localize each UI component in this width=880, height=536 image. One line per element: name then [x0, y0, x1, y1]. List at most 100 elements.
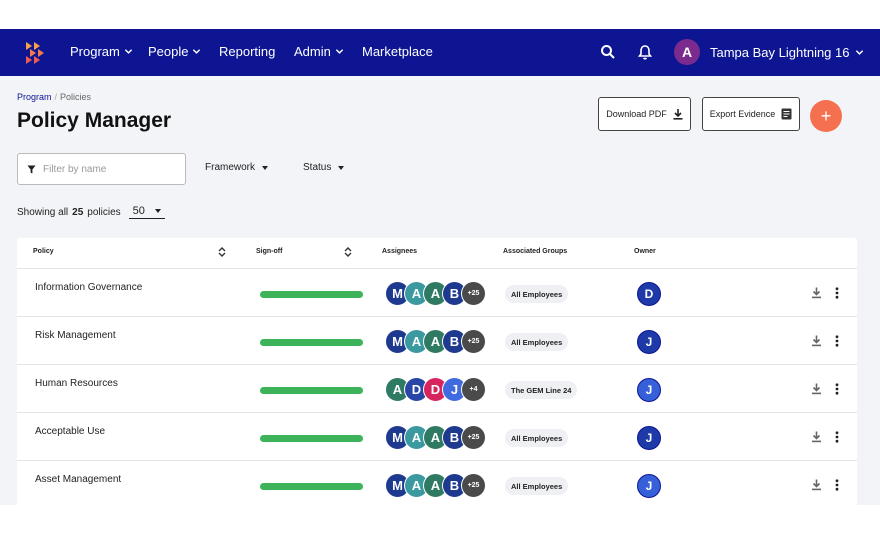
owner-avatar[interactable]: J	[637, 330, 661, 354]
caret-down-icon	[338, 165, 345, 170]
assignee-avatars[interactable]: A D D J +4	[385, 377, 486, 402]
nav-program[interactable]: Program	[70, 44, 133, 59]
header-signoff[interactable]: Sign-off	[256, 248, 282, 255]
policy-name[interactable]: Human Resources	[35, 378, 118, 389]
caret-down-icon	[154, 209, 161, 213]
breadcrumb-separator: /	[54, 92, 58, 102]
breadcrumb-program[interactable]: Program	[17, 92, 52, 102]
header-assignees: Assignees	[382, 248, 418, 255]
nav-admin-label: Admin	[294, 44, 331, 59]
table-row[interactable]: Acceptable Use M A A B +25 All Employees J	[17, 413, 857, 461]
nav-reporting-label: Reporting	[219, 44, 276, 59]
owner-avatar[interactable]: J	[637, 378, 661, 402]
header-groups: Associated Groups	[503, 248, 568, 255]
signoff-progress-bar	[260, 435, 363, 442]
filter-by-name[interactable]	[17, 153, 186, 185]
table-row[interactable]: Asset Management M A A B +25 All Employees J	[17, 461, 857, 505]
chevron-down-icon	[335, 49, 344, 54]
export-evidence-label: Export Evidence	[709, 109, 776, 119]
policy-name[interactable]: Acceptable Use	[35, 426, 105, 437]
table-row[interactable]: Human Resources A D D J +4 The GEM Line 24 J	[17, 365, 857, 413]
org-switcher[interactable]: Tampa Bay Lightning 16	[710, 45, 864, 60]
document-icon	[781, 108, 792, 120]
status-label: Status	[303, 162, 332, 173]
signoff-progress-bar	[260, 291, 363, 298]
kebab-menu-icon[interactable]	[835, 287, 839, 299]
owner-avatar[interactable]: D	[637, 282, 661, 306]
owner-avatar[interactable]: J	[637, 426, 661, 450]
assignee-more-count[interactable]: +25	[461, 329, 486, 354]
hexagon-logo-icon[interactable]	[24, 40, 48, 66]
nav-program-label: Program	[70, 44, 120, 59]
assignee-more-count[interactable]: +25	[461, 425, 486, 450]
group-badge: All Employees	[505, 285, 569, 303]
group-badge: The GEM Line 24	[505, 381, 578, 399]
nav-admin[interactable]: Admin	[294, 44, 344, 59]
framework-dropdown[interactable]: Framework	[205, 162, 269, 173]
policy-name[interactable]: Asset Management	[35, 474, 121, 485]
search-icon[interactable]	[599, 43, 617, 61]
group-badge: All Employees	[505, 429, 569, 447]
download-icon[interactable]	[811, 431, 822, 443]
user-avatar[interactable]: A	[674, 39, 700, 65]
download-icon	[673, 108, 683, 120]
chevron-down-icon	[193, 49, 201, 54]
filter-icon	[27, 164, 36, 174]
policy-name[interactable]: Information Governance	[35, 282, 142, 293]
kebab-menu-icon[interactable]	[835, 479, 839, 491]
kebab-menu-icon[interactable]	[835, 383, 839, 395]
policies-table: Policy Sign-off Assignees Associated Gro…	[17, 238, 857, 505]
kebab-menu-icon[interactable]	[835, 431, 839, 443]
results-summary: Showing all 25 policies 50	[17, 205, 165, 219]
sort-icon[interactable]	[344, 247, 352, 257]
signoff-progress-bar	[260, 339, 363, 346]
group-badge: All Employees	[505, 333, 569, 351]
assignee-more-count[interactable]: +4	[461, 377, 486, 402]
header-policy[interactable]: Policy	[33, 248, 54, 255]
assignee-more-count[interactable]: +25	[461, 281, 486, 306]
assignee-avatars[interactable]: M A A B +25	[385, 281, 486, 306]
download-pdf-button[interactable]: Download PDF	[598, 97, 691, 131]
nav-marketplace-label: Marketplace	[362, 44, 433, 59]
nav-people-label: People	[148, 44, 189, 59]
kebab-menu-icon[interactable]	[835, 335, 839, 347]
bell-icon[interactable]	[636, 43, 654, 61]
chevron-down-icon	[124, 49, 133, 54]
summary-suffix: policies	[87, 206, 121, 218]
download-icon[interactable]	[811, 383, 822, 395]
nav-reporting[interactable]: Reporting	[219, 44, 275, 59]
breadcrumb: Program / Policies	[17, 92, 91, 102]
nav-people[interactable]: People	[148, 44, 201, 59]
page-size-value: 50	[132, 205, 145, 217]
sort-icon[interactable]	[218, 247, 226, 257]
header-owner: Owner	[634, 248, 656, 255]
download-pdf-label: Download PDF	[606, 109, 667, 119]
page-title: Policy Manager	[17, 109, 172, 132]
download-icon[interactable]	[811, 479, 822, 491]
page-size-select[interactable]: 50	[128, 205, 165, 219]
top-nav: Program People Reporting Admin Marketpla…	[0, 29, 880, 76]
assignee-avatars[interactable]: M A A B +25	[385, 329, 486, 354]
owner-avatar[interactable]: J	[637, 474, 661, 498]
summary-count: 25	[72, 206, 84, 218]
org-name-label: Tampa Bay Lightning 16	[710, 45, 850, 60]
download-icon[interactable]	[811, 335, 822, 347]
assignee-avatars[interactable]: M A A B +25	[385, 473, 486, 498]
chevron-down-icon	[856, 50, 864, 55]
table-row[interactable]: Risk Management M A A B +25 All Employees J	[17, 317, 857, 365]
export-evidence-button[interactable]: Export Evidence	[702, 97, 800, 131]
nav-marketplace[interactable]: Marketplace	[362, 44, 433, 59]
table-row[interactable]: Information Governance M A A B +25 All Employe…	[17, 269, 857, 317]
signoff-progress-bar	[260, 387, 363, 394]
assignee-more-count[interactable]: +25	[461, 473, 486, 498]
download-icon[interactable]	[811, 287, 822, 299]
framework-label: Framework	[205, 162, 256, 173]
assignee-avatars[interactable]: M A A B +25	[385, 425, 486, 450]
add-icon: +	[820, 105, 832, 126]
filter-name-input[interactable]	[43, 163, 173, 175]
status-dropdown[interactable]: Status	[303, 162, 345, 173]
add-policy-button[interactable]: +	[810, 100, 842, 132]
policy-name[interactable]: Risk Management	[35, 330, 116, 341]
user-initial: A	[681, 44, 693, 60]
group-badge: All Employees	[505, 477, 569, 495]
